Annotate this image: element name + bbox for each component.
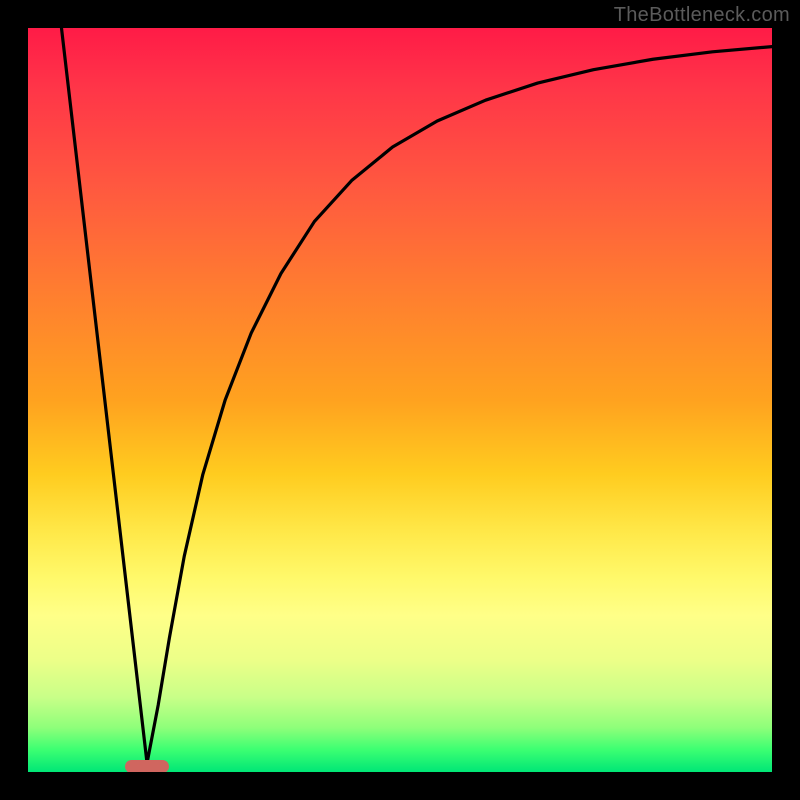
plot-area — [28, 28, 772, 772]
chart-frame: TheBottleneck.com — [0, 0, 800, 800]
chart-svg — [28, 28, 772, 772]
watermark-text: TheBottleneck.com — [614, 4, 790, 27]
bottleneck-curve — [61, 28, 772, 763]
optimal-marker — [125, 760, 170, 772]
